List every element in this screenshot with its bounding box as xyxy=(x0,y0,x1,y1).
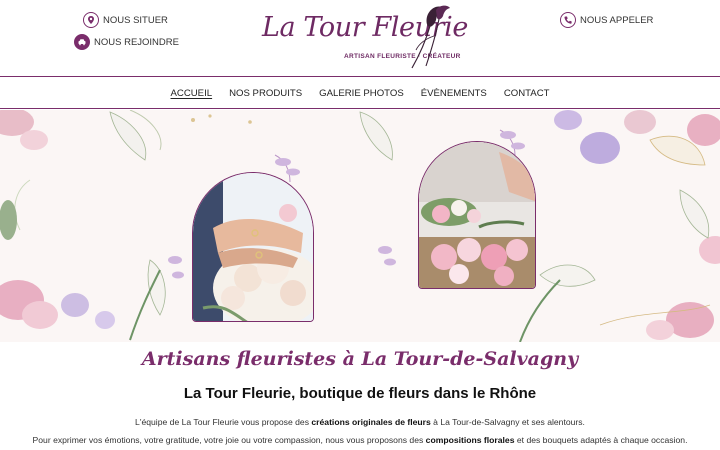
calla-lily-logo-icon xyxy=(411,5,450,69)
p1-bold: créations originales de fleurs xyxy=(311,417,431,427)
call-label: NOUS APPELER xyxy=(580,14,654,26)
nav-item-nos-produits[interactable]: NOS PRODUITS xyxy=(229,88,302,99)
p1-text-start: L'équipe de La Tour Fleurie vous propose… xyxy=(135,417,312,427)
join-label: NOUS REJOINDRE xyxy=(94,36,179,48)
hero-script-title: Artisans fleuristes à La Tour-de-Salvagn… xyxy=(141,348,579,370)
main-nav: ACCUEIL NOS PRODUITS GALERIE PHOTOS ÉVÈN… xyxy=(0,77,720,109)
car-icon xyxy=(74,34,90,50)
nav-item-evenements[interactable]: ÉVÈNEMENTS xyxy=(421,88,487,99)
p2-text-end: et des bouquets adaptés à chaque occasio… xyxy=(514,435,688,445)
intro-paragraph-1: L'équipe de La Tour Fleurie vous propose… xyxy=(0,417,720,427)
floral-decoration xyxy=(0,110,720,342)
locate-label: NOUS SITUER xyxy=(103,14,168,26)
nav-divider xyxy=(0,108,720,110)
phone-icon xyxy=(560,12,576,28)
intro-paragraph-2: Pour exprimer vos émotions, votre gratit… xyxy=(0,435,720,445)
site-logo[interactable]: La Tour Fleurie ARTISAN FLEURISTE · CRÉA… xyxy=(262,4,468,72)
call-link[interactable]: NOUS APPELER xyxy=(560,12,653,28)
p2-bold: compositions florales xyxy=(425,435,515,445)
site-header: NOUS SITUER NOUS REJOINDRE La Tour Fleur… xyxy=(0,0,720,76)
nav-item-accueil[interactable]: ACCUEIL xyxy=(171,88,213,99)
page-title: La Tour Fleurie, boutique de fleurs dans… xyxy=(183,385,537,402)
p2-text-start: Pour exprimer vos émotions, votre gratit… xyxy=(32,435,426,445)
florist-bouquet-photo xyxy=(418,141,536,289)
locate-link[interactable]: NOUS SITUER xyxy=(83,12,168,28)
map-pin-icon xyxy=(83,12,99,28)
p1-text-end: à La Tour-de-Salvagny et ses alentours. xyxy=(430,417,585,427)
wedding-hands-photo xyxy=(192,172,314,322)
join-link[interactable]: NOUS REJOINDRE xyxy=(74,34,179,50)
hero-banner xyxy=(0,110,720,342)
nav-item-contact[interactable]: CONTACT xyxy=(504,88,550,99)
nav-item-galerie-photos[interactable]: GALERIE PHOTOS xyxy=(319,88,404,99)
